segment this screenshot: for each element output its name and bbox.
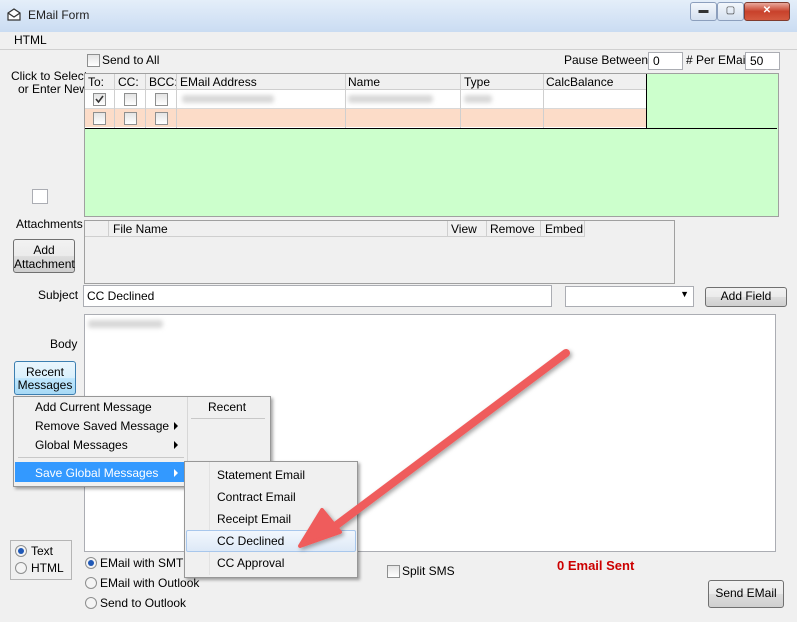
email-form-window: EMail Form ▬ ▢ ✕ HTML Send to All Pause … — [0, 0, 797, 622]
annotation-arrow-icon — [298, 349, 570, 548]
